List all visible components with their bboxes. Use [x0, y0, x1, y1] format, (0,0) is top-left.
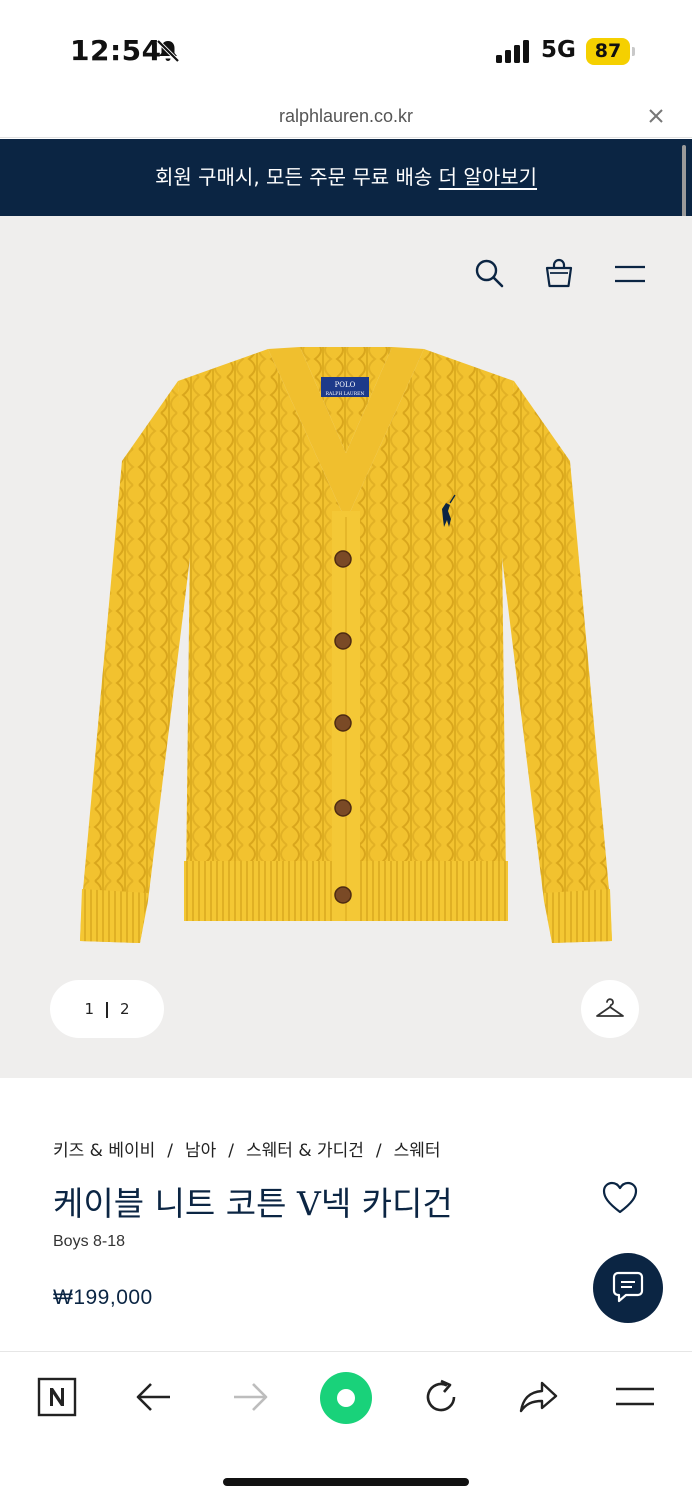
label-text-bottom: RALPH LAUREN	[326, 391, 365, 397]
url-bar[interactable]: ralphlauren.co.kr	[0, 100, 692, 138]
refresh-icon[interactable]	[421, 1377, 461, 1417]
product-title: 케이블 니트 코튼 V넥 카디건	[53, 1184, 453, 1223]
breadcrumb: 키즈 & 베이비 / 남아 / 스웨터 & 가디건 / 스웨터	[53, 1136, 441, 1161]
breadcrumb-separator: /	[167, 1141, 173, 1161]
menu-icon[interactable]	[614, 1377, 654, 1417]
hanger-icon	[596, 998, 624, 1017]
menu-icon[interactable]	[614, 264, 646, 284]
network-label: 5G	[541, 37, 576, 63]
breadcrumb-item[interactable]: 스웨터	[394, 1141, 441, 1161]
product-image-cardigan: POLO RALPH LAUREN	[80, 347, 612, 943]
label-text-top: POLO	[335, 381, 356, 389]
promo-text: 회원 구매시, 모든 주문 무료 배송	[154, 165, 439, 189]
status-bar: 12:54 5G 87	[0, 0, 692, 100]
home-dot	[337, 1389, 355, 1407]
promo-learn-more-link[interactable]: 더 알아보기	[439, 165, 537, 189]
product-price: ₩199,000	[53, 1286, 153, 1309]
close-icon[interactable]	[646, 106, 666, 126]
breadcrumb-separator: /	[228, 1141, 235, 1161]
breadcrumb-item[interactable]: 남아	[185, 1141, 216, 1161]
back-arrow-icon[interactable]	[134, 1377, 174, 1417]
promo-banner: 회원 구매시, 모든 주문 무료 배송 더 알아보기	[0, 139, 692, 216]
status-time: 12:54	[70, 34, 162, 67]
heart-icon[interactable]	[602, 1181, 638, 1215]
signal-icon	[496, 40, 529, 63]
home-icon[interactable]	[320, 1372, 372, 1424]
browser-toolbar	[0, 1351, 692, 1500]
product-hero: POLO RALPH LAUREN 12	[0, 216, 692, 1078]
chat-button[interactable]	[593, 1253, 663, 1323]
pager-divider	[106, 1001, 108, 1018]
naver-n-icon[interactable]	[37, 1377, 77, 1417]
breadcrumb-item[interactable]: 키즈 & 베이비	[53, 1141, 155, 1161]
breadcrumb-separator: /	[375, 1141, 382, 1161]
forward-arrow-icon[interactable]	[230, 1377, 270, 1417]
pager-current[interactable]: 1	[84, 1000, 94, 1018]
battery-indicator: 87	[586, 38, 630, 65]
url-text[interactable]: ralphlauren.co.kr	[0, 106, 692, 127]
chat-icon	[612, 1271, 644, 1303]
pager-total[interactable]: 2	[120, 1000, 130, 1018]
breadcrumb-item[interactable]: 스웨터 & 가디건	[246, 1141, 364, 1161]
battery-tip	[632, 47, 635, 56]
share-icon[interactable]	[518, 1377, 558, 1417]
bell-slash-icon	[156, 39, 180, 63]
image-pager[interactable]: 12	[50, 980, 164, 1038]
search-icon[interactable]	[474, 258, 504, 288]
home-indicator	[223, 1478, 469, 1486]
product-subtitle: Boys 8-18	[53, 1233, 126, 1250]
shopping-bag-icon[interactable]	[545, 258, 573, 288]
virtual-fit-button[interactable]	[581, 980, 639, 1038]
